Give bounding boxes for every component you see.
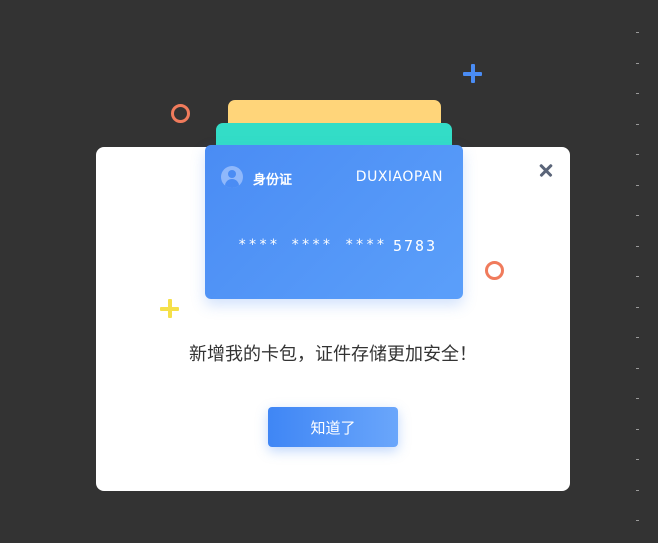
id-card: 身份证 DUXIAOPAN **** **** **** 5783 xyxy=(205,145,463,299)
card-holder-name: DUXIAOPAN xyxy=(355,169,443,185)
edge-tick xyxy=(636,63,639,64)
edge-tick xyxy=(636,307,639,308)
edge-tick xyxy=(636,337,639,338)
edge-tick xyxy=(636,154,639,155)
edge-tick xyxy=(636,520,639,521)
edge-tick xyxy=(636,215,639,216)
decor-ring-right xyxy=(485,261,504,280)
edge-tick xyxy=(636,124,639,125)
edge-tick xyxy=(636,459,639,460)
edge-tick xyxy=(636,490,639,491)
edge-tick xyxy=(636,429,639,430)
edge-tick xyxy=(636,246,639,247)
edge-tick xyxy=(636,276,639,277)
close-icon[interactable] xyxy=(537,161,555,179)
card-number-group-1: **** xyxy=(238,237,280,253)
decor-ring-left xyxy=(171,104,190,123)
card-number-last4: 5783 xyxy=(393,237,438,255)
edge-tick xyxy=(636,398,639,399)
edge-tick xyxy=(636,93,639,94)
card-number-group-3: **** xyxy=(345,237,387,253)
user-avatar-icon xyxy=(221,166,243,188)
card-number-group-2: **** xyxy=(291,237,333,253)
edge-tick xyxy=(636,185,639,186)
confirm-button[interactable]: 知道了 xyxy=(268,407,398,447)
card-type-label: 身份证 xyxy=(253,173,293,188)
decor-plus-blue xyxy=(463,64,482,83)
dialog-message: 新增我的卡包，证件存储更加安全！ xyxy=(189,344,477,365)
scroll-edge-ticks xyxy=(636,0,639,543)
edge-tick xyxy=(636,32,639,33)
decor-plus-yellow xyxy=(160,299,179,318)
edge-tick xyxy=(636,368,639,369)
